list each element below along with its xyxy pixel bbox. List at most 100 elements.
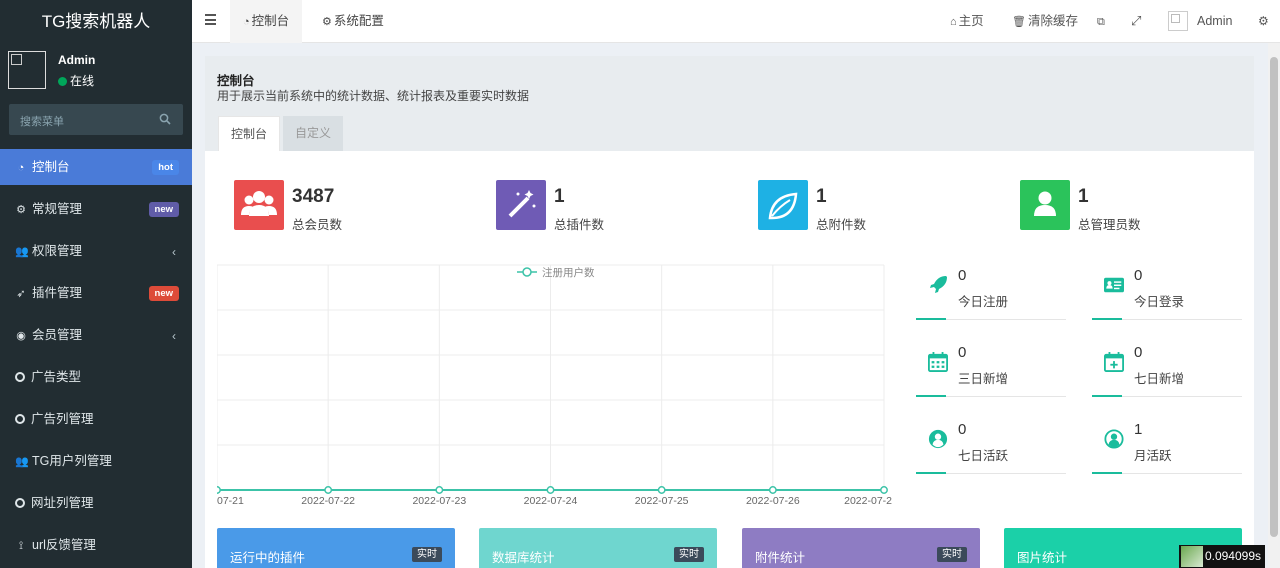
fullscreen-icon[interactable]: ⤢ bbox=[1131, 0, 1143, 43]
stat-label: 总管理员数 bbox=[1078, 218, 1141, 232]
stat-label: 总插件数 bbox=[554, 218, 605, 232]
tab-dashboard[interactable]: ◔ 控制台 bbox=[230, 0, 303, 43]
scrollbar-thumb[interactable] bbox=[1270, 57, 1278, 537]
legend-label: 注册用户数 bbox=[542, 266, 595, 279]
mini-stat-value: 0 bbox=[1134, 344, 1143, 361]
avatar bbox=[8, 51, 46, 89]
rocket-icon: ➶ bbox=[16, 288, 26, 300]
home-icon: ⌂ bbox=[950, 16, 957, 28]
mini-stat-label: 七日活跃 bbox=[958, 449, 1009, 463]
cogs-icon: ⚙ bbox=[16, 204, 26, 216]
sidebar-item-label: 网址列管理 bbox=[31, 496, 94, 510]
sidebar-item-permissions[interactable]: 👥 权限管理 ‹ bbox=[0, 233, 192, 275]
debug-timer: 0.094099s bbox=[1178, 545, 1265, 568]
users-icon: 👥 bbox=[15, 456, 29, 468]
user-status-text: 在线 bbox=[70, 74, 95, 88]
circle-icon bbox=[15, 414, 25, 424]
sidebar-item-label: 广告类型 bbox=[31, 370, 82, 384]
data-point bbox=[546, 486, 555, 494]
mini-stat-label: 今日注册 bbox=[958, 295, 1009, 309]
page-scrollbar[interactable] bbox=[1268, 43, 1280, 568]
data-point bbox=[880, 486, 888, 494]
legend-marker bbox=[522, 267, 532, 277]
sidebar-item-label: 广告列管理 bbox=[31, 412, 94, 426]
mini-stat-value: 0 bbox=[958, 344, 967, 361]
mini-stat-three-day-new: 0 三日新增 bbox=[916, 343, 1066, 397]
sidebar-item-plugins[interactable]: ➶ 插件管理 new bbox=[0, 275, 192, 317]
mini-stat-seven-day-active: 0 七日活跃 bbox=[916, 420, 1066, 474]
chevron-left-icon: ‹ bbox=[172, 245, 176, 259]
content-header: 控制台 用于展示当前系统中的统计数据、统计报表及重要实时数据 控制台 自定义 bbox=[205, 56, 1254, 151]
search-icon[interactable] bbox=[159, 113, 171, 125]
stat-plugins: 1 总插件数 bbox=[496, 180, 736, 232]
calendar-plus-icon bbox=[1104, 352, 1124, 372]
mini-stat-label: 月活跃 bbox=[1134, 449, 1172, 463]
stat-value: 3487 bbox=[292, 186, 335, 207]
tab-label: 控制台 bbox=[251, 14, 290, 28]
circle-icon bbox=[15, 372, 25, 382]
sidebar-item-members[interactable]: ◉ 会员管理 ‹ bbox=[0, 317, 192, 359]
menu-search-input[interactable]: 搜索菜单 bbox=[9, 104, 183, 135]
expand-icon: ⤢ bbox=[1131, 13, 1142, 28]
online-dot-icon bbox=[58, 77, 67, 86]
dashboard-icon: ◔ bbox=[17, 162, 25, 174]
sidebar: TG搜索机器人 Admin 在线 搜索菜单 ◔ 控制台 hot ⚙ 常规管理 new… bbox=[0, 0, 192, 568]
mini-stat-value: 1 bbox=[1134, 421, 1143, 438]
data-point bbox=[435, 486, 444, 494]
data-point bbox=[657, 486, 666, 494]
sidebar-item-general[interactable]: ⚙ 常规管理 new bbox=[0, 191, 192, 233]
plugins-icon-box bbox=[496, 180, 546, 230]
sidebar-item-label: 控制台 bbox=[32, 160, 70, 174]
sidebar-item-ad-list[interactable]: 广告列管理 bbox=[0, 401, 192, 443]
x-tick-label: 2022-07-24 bbox=[524, 495, 578, 507]
mini-stat-monthly-active: 1 月活跃 bbox=[1092, 420, 1242, 474]
stat-members: 3487 总会员数 bbox=[234, 180, 474, 232]
realtime-badge: 实时 bbox=[412, 547, 442, 562]
card-running-plugins[interactable]: 运行中的插件 实时 bbox=[217, 528, 455, 568]
data-point bbox=[324, 486, 333, 494]
users-icon bbox=[241, 191, 277, 216]
user-circle-outline-icon bbox=[1104, 429, 1124, 449]
registration-line-chart: 07-21 2022-07-22 2022-07-23 2022-07-24 2022-… bbox=[217, 264, 892, 507]
stat-admins: 1 总管理员数 bbox=[1020, 180, 1260, 232]
app-logo[interactable]: TG搜索机器人 bbox=[0, 0, 192, 43]
rocket-icon bbox=[930, 276, 947, 293]
user-status: 在线 bbox=[58, 72, 94, 89]
card-database-stats[interactable]: 数据库统计 实时 bbox=[479, 528, 717, 568]
sidebar-item-label: 会员管理 bbox=[32, 328, 83, 342]
admin-avatar[interactable] bbox=[1168, 11, 1188, 31]
user-circle-icon: ◉ bbox=[16, 330, 26, 342]
tab-console[interactable]: 控制台 bbox=[218, 116, 281, 151]
menu-search-placeholder: 搜索菜单 bbox=[20, 116, 64, 128]
settings-icon[interactable]: ⚙ bbox=[1258, 0, 1271, 43]
circle-icon bbox=[15, 498, 25, 508]
clear-cache-button[interactable]: 🗑 清除缓存 bbox=[1012, 0, 1078, 43]
admin-user-menu[interactable]: Admin bbox=[1197, 0, 1232, 43]
stat-attachments: 1 总附件数 bbox=[758, 180, 998, 232]
card-attachment-stats[interactable]: 附件统计 实时 bbox=[742, 528, 980, 568]
menu-toggle-icon[interactable] bbox=[205, 14, 216, 25]
sidebar-item-url-feedback[interactable]: ⟟ url反馈管理 bbox=[0, 527, 192, 568]
broken-image-icon bbox=[1171, 14, 1180, 23]
x-tick-label: 2022-07-22 bbox=[301, 495, 355, 507]
sidebar-item-ad-types[interactable]: 广告类型 bbox=[0, 359, 192, 401]
sidebar-item-dashboard[interactable]: ◔ 控制台 hot bbox=[0, 149, 192, 185]
mini-stat-value: 0 bbox=[958, 267, 967, 284]
users-icon: 👥 bbox=[15, 246, 29, 258]
tab-custom[interactable]: 自定义 bbox=[283, 116, 344, 151]
mini-stat-value: 0 bbox=[1134, 267, 1143, 284]
id-card-icon bbox=[1104, 277, 1124, 293]
mini-stat-label: 今日登录 bbox=[1134, 295, 1185, 309]
tab-system-config[interactable]: ⚙ 系统配置 bbox=[322, 0, 384, 43]
page-description: 用于展示当前系统中的统计数据、统计报表及重要实时数据 bbox=[217, 89, 530, 103]
hot-badge: hot bbox=[152, 160, 179, 175]
dashboard-icon: ◔ bbox=[243, 16, 250, 28]
sidebar-item-tg-users[interactable]: 👥 TG用户列管理 bbox=[0, 443, 192, 485]
cogs-icon: ⚙ bbox=[1258, 14, 1269, 28]
language-icon[interactable]: ⧉ bbox=[1097, 0, 1107, 43]
x-tick-label: 07-21 bbox=[217, 495, 244, 507]
sidebar-item-url-list[interactable]: 网址列管理 bbox=[0, 485, 192, 527]
home-link[interactable]: ⌂ 主页 bbox=[950, 0, 984, 43]
top-header: ◔ 控制台 ⚙ 系统配置 ⌂ 主页 🗑 清除缓存 ⧉ ⤢ Admin ⚙ bbox=[192, 0, 1280, 43]
clear-cache-label: 清除缓存 bbox=[1027, 14, 1078, 28]
